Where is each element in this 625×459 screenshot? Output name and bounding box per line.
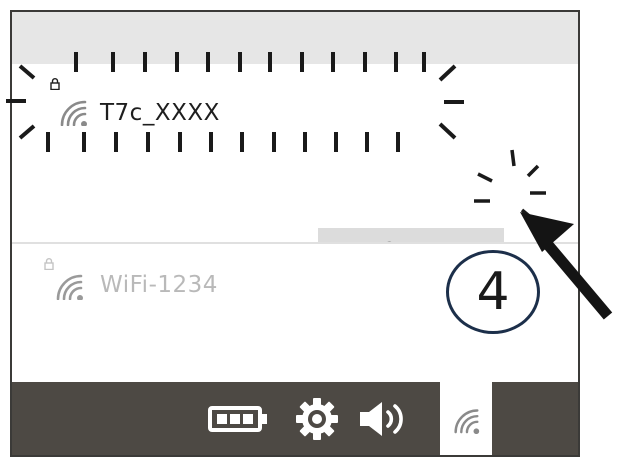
volume-icon[interactable] (358, 399, 412, 439)
wifi-settings-panel: T7c_XXXX Connect WiFi-1234 (10, 10, 580, 457)
network-item-t7c[interactable]: T7c_XXXX Connect (12, 64, 578, 272)
status-bar (12, 382, 578, 455)
lock-icon (44, 258, 54, 270)
network-name: WiFi-1234 (100, 272, 218, 298)
wifi-icon (60, 100, 87, 126)
battery-icon[interactable] (208, 405, 270, 433)
step-number-badge: 4 (446, 250, 540, 334)
top-bar (12, 12, 578, 64)
wifi-icon (56, 274, 83, 300)
lock-icon (50, 78, 60, 90)
network-name: T7c_XXXX (100, 100, 220, 126)
wifi-tab[interactable] (440, 382, 492, 455)
wifi-icon (454, 409, 480, 434)
settings-gear-icon[interactable] (295, 397, 339, 441)
